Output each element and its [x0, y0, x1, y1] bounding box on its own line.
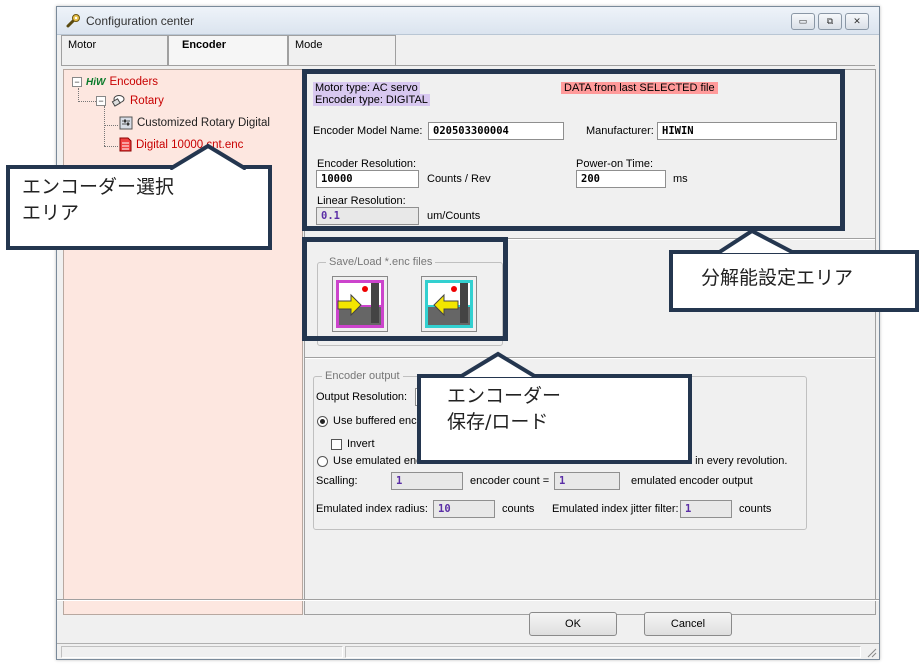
tree-root-encoders[interactable]: − HiW Encoders: [72, 76, 158, 88]
title-bar: Configuration center ▭ ⧉ ✕: [57, 7, 879, 35]
config-file-icon: [119, 116, 133, 130]
close-button[interactable]: ✕: [845, 13, 869, 30]
index-radius-unit: counts: [502, 503, 535, 515]
status-cell-left: [61, 646, 343, 658]
resolution-area-highlight: [302, 69, 845, 231]
encoder-output-legend: Encoder output: [325, 370, 400, 382]
encoder-select-callout-line2: エリア: [22, 201, 80, 224]
maximize-button[interactable]: ⧉: [818, 13, 842, 30]
wrench-icon: [66, 14, 80, 28]
encoder-select-callout-line1: エンコーダー選択: [22, 176, 175, 198]
use-buffered-label: Use buffered enco: [333, 415, 423, 427]
encoder-select-callout: エンコーダー選択 エリア: [6, 165, 272, 250]
jitter-filter-unit: counts: [739, 503, 772, 515]
tab-mode[interactable]: Mode: [288, 35, 396, 66]
hiwin-logo-icon: HiW: [86, 76, 106, 88]
tab-motor[interactable]: Motor: [61, 35, 168, 66]
rotary-encoder-icon: [111, 95, 125, 107]
resize-grip-icon[interactable]: [865, 646, 877, 658]
saveload-area-highlight: [302, 237, 508, 341]
cancel-button[interactable]: Cancel: [644, 612, 732, 636]
emulated-output-label: emulated encoder output: [631, 475, 753, 487]
status-cell-right: [345, 646, 861, 658]
tree-node-rotary[interactable]: − Rotary: [96, 94, 164, 108]
use-emulated-label: Use emulated enc: [333, 455, 422, 467]
window-title: Configuration center: [86, 14, 195, 28]
enc-file-icon: [119, 137, 132, 152]
encoder-count-field[interactable]: 1: [554, 472, 620, 490]
status-bar: [57, 643, 879, 659]
use-buffered-radio[interactable]: [317, 416, 328, 427]
callout-pointer-icon: [458, 351, 538, 378]
tab-divider: [61, 65, 875, 66]
invert-label: Invert: [347, 438, 375, 450]
resolution-area-callout-text: 分解能設定エリア: [701, 267, 854, 289]
saveload-callout-line2: 保存/ロード: [447, 410, 549, 433]
scaling-label: Scalling:: [316, 475, 358, 487]
callout-pointer-icon: [718, 228, 795, 254]
revolution-note: t in every revolution.: [689, 455, 788, 467]
collapse-icon[interactable]: −: [96, 96, 106, 106]
saveload-callout: エンコーダー 保存/ロード: [417, 374, 692, 464]
jitter-filter-label: Emulated index jitter filter:: [552, 503, 679, 515]
resolution-area-callout: 分解能設定エリア: [669, 250, 919, 312]
minimize-button[interactable]: ▭: [791, 13, 815, 30]
index-radius-field[interactable]: 10: [433, 500, 495, 518]
invert-checkbox[interactable]: [331, 439, 342, 450]
output-resolution-label: Output Resolution:: [316, 391, 408, 403]
callout-pointer-icon: [170, 143, 248, 170]
tab-encoder[interactable]: Encoder: [168, 35, 288, 66]
ok-button[interactable]: OK: [529, 612, 617, 636]
encoder-count-label: encoder count =: [470, 475, 550, 487]
tree-node-label: Rotary: [130, 95, 164, 107]
collapse-icon[interactable]: −: [72, 77, 82, 87]
tab-strip: Motor Encoder Mode: [61, 35, 875, 66]
tree-root-label: Encoders: [109, 76, 159, 88]
tree-item-customized[interactable]: Customized Rotary Digital: [119, 116, 270, 130]
scaling-field[interactable]: 1: [391, 472, 463, 490]
tree-item-label: Customized Rotary Digital: [137, 117, 270, 129]
jitter-filter-field[interactable]: 1: [680, 500, 732, 518]
saveload-callout-line1: エンコーダー: [447, 385, 562, 407]
index-radius-label: Emulated index radius:: [316, 503, 428, 515]
use-emulated-radio[interactable]: [317, 456, 328, 467]
